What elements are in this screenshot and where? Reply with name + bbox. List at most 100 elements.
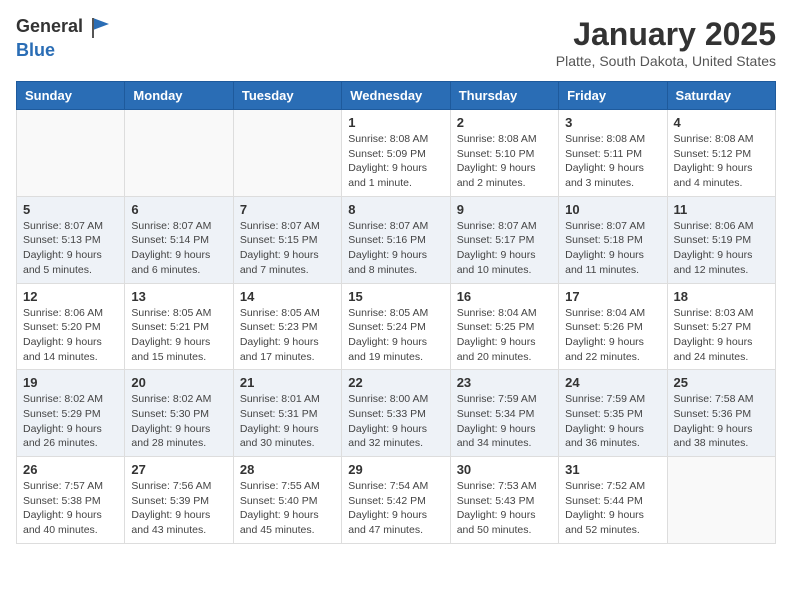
calendar-day-12: 12 Sunrise: 8:06 AM Sunset: 5:20 PM Dayli… — [17, 283, 125, 370]
day-number: 3 — [565, 115, 660, 130]
day-number: 11 — [674, 202, 769, 217]
day-number: 19 — [23, 375, 118, 390]
calendar-day-18: 18 Sunrise: 8:03 AM Sunset: 5:27 PM Dayli… — [667, 283, 775, 370]
calendar-day-23: 23 Sunrise: 7:59 AM Sunset: 5:34 PM Dayli… — [450, 370, 558, 457]
day-info: Sunrise: 8:08 AM Sunset: 5:09 PM Dayligh… — [348, 132, 443, 191]
logo-flag-icon — [89, 16, 113, 40]
day-number: 6 — [131, 202, 226, 217]
day-number: 14 — [240, 289, 335, 304]
calendar-day-empty — [125, 110, 233, 197]
logo-general: General — [16, 16, 83, 36]
calendar-day-16: 16Sunrise: 8:04 AM Sunset: 5:25 PM Dayli… — [450, 283, 558, 370]
day-number: 18 — [674, 289, 769, 304]
day-number: 23 — [457, 375, 552, 390]
day-number: 30 — [457, 462, 552, 477]
day-info: Sunrise: 8:00 AM Sunset: 5:33 PM Dayligh… — [348, 392, 443, 451]
calendar-day-24: 24Sunrise: 7:59 AM Sunset: 5:35 PM Dayli… — [559, 370, 667, 457]
day-info: Sunrise: 7:54 AM Sunset: 5:42 PM Dayligh… — [348, 479, 443, 538]
day-number: 21 — [240, 375, 335, 390]
calendar-day-empty — [667, 457, 775, 544]
day-info: Sunrise: 7:57 AM Sunset: 5:38 PM Dayligh… — [23, 479, 118, 538]
calendar-day-22: 22 Sunrise: 8:00 AM Sunset: 5:33 PM Dayli… — [342, 370, 450, 457]
day-number: 12 — [23, 289, 118, 304]
calendar-day-empty — [17, 110, 125, 197]
day-number: 7 — [240, 202, 335, 217]
calendar-day-empty — [233, 110, 341, 197]
day-info: Sunrise: 8:03 AM Sunset: 5:27 PM Dayligh… — [674, 306, 769, 365]
day-info: Sunrise: 7:56 AM Sunset: 5:39 PM Dayligh… — [131, 479, 226, 538]
day-info: Sunrise: 7:53 AM Sunset: 5:43 PM Dayligh… — [457, 479, 552, 538]
day-info: Sunrise: 7:52 AM Sunset: 5:44 PM Dayligh… — [565, 479, 660, 538]
day-number: 10 — [565, 202, 660, 217]
day-info: Sunrise: 8:06 AM Sunset: 5:20 PM Dayligh… — [23, 306, 118, 365]
calendar-day-21: 21Sunrise: 8:01 AM Sunset: 5:31 PM Dayli… — [233, 370, 341, 457]
weekday-header-saturday: Saturday — [667, 82, 775, 110]
calendar-day-26: 26 Sunrise: 7:57 AM Sunset: 5:38 PM Dayli… — [17, 457, 125, 544]
calendar-day-9: 9Sunrise: 8:07 AM Sunset: 5:17 PM Daylig… — [450, 196, 558, 283]
day-info: Sunrise: 8:02 AM Sunset: 5:30 PM Dayligh… — [131, 392, 226, 451]
calendar-day-27: 27 Sunrise: 7:56 AM Sunset: 5:39 PM Dayli… — [125, 457, 233, 544]
title-area: January 2025 Platte, South Dakota, Unite… — [556, 16, 776, 69]
logo-text: General Blue — [16, 16, 114, 61]
day-number: 13 — [131, 289, 226, 304]
day-info: Sunrise: 8:05 AM Sunset: 5:24 PM Dayligh… — [348, 306, 443, 365]
day-info: Sunrise: 8:07 AM Sunset: 5:14 PM Dayligh… — [131, 219, 226, 278]
calendar-week-row: 12 Sunrise: 8:06 AM Sunset: 5:20 PM Dayli… — [17, 283, 776, 370]
calendar-week-row: 5 Sunrise: 8:07 AM Sunset: 5:13 PM Daylig… — [17, 196, 776, 283]
day-info: Sunrise: 8:08 AM Sunset: 5:10 PM Dayligh… — [457, 132, 552, 191]
day-info: Sunrise: 8:05 AM Sunset: 5:21 PM Dayligh… — [131, 306, 226, 365]
day-info: Sunrise: 7:59 AM Sunset: 5:34 PM Dayligh… — [457, 392, 552, 451]
weekday-header-wednesday: Wednesday — [342, 82, 450, 110]
day-number: 17 — [565, 289, 660, 304]
page-header: General Blue January 2025 Platte, South … — [16, 16, 776, 69]
calendar-day-28: 28Sunrise: 7:55 AM Sunset: 5:40 PM Dayli… — [233, 457, 341, 544]
calendar-week-row: 1 Sunrise: 8:08 AM Sunset: 5:09 PM Daylig… — [17, 110, 776, 197]
day-info: Sunrise: 8:08 AM Sunset: 5:12 PM Dayligh… — [674, 132, 769, 191]
weekday-header-thursday: Thursday — [450, 82, 558, 110]
calendar-day-7: 7 Sunrise: 8:07 AM Sunset: 5:15 PM Daylig… — [233, 196, 341, 283]
day-number: 27 — [131, 462, 226, 477]
calendar-day-14: 14Sunrise: 8:05 AM Sunset: 5:23 PM Dayli… — [233, 283, 341, 370]
calendar-day-5: 5 Sunrise: 8:07 AM Sunset: 5:13 PM Daylig… — [17, 196, 125, 283]
calendar-day-10: 10 Sunrise: 8:07 AM Sunset: 5:18 PM Dayli… — [559, 196, 667, 283]
weekday-header-tuesday: Tuesday — [233, 82, 341, 110]
calendar-day-31: 31Sunrise: 7:52 AM Sunset: 5:44 PM Dayli… — [559, 457, 667, 544]
calendar-day-2: 2Sunrise: 8:08 AM Sunset: 5:10 PM Daylig… — [450, 110, 558, 197]
calendar-day-29: 29 Sunrise: 7:54 AM Sunset: 5:42 PM Dayli… — [342, 457, 450, 544]
calendar-week-row: 19 Sunrise: 8:02 AM Sunset: 5:29 PM Dayli… — [17, 370, 776, 457]
day-number: 24 — [565, 375, 660, 390]
calendar-day-11: 11 Sunrise: 8:06 AM Sunset: 5:19 PM Dayli… — [667, 196, 775, 283]
day-info: Sunrise: 8:07 AM Sunset: 5:16 PM Dayligh… — [348, 219, 443, 278]
day-info: Sunrise: 8:07 AM Sunset: 5:17 PM Dayligh… — [457, 219, 552, 278]
day-number: 4 — [674, 115, 769, 130]
calendar-day-30: 30 Sunrise: 7:53 AM Sunset: 5:43 PM Dayli… — [450, 457, 558, 544]
day-number: 22 — [348, 375, 443, 390]
day-number: 26 — [23, 462, 118, 477]
day-info: Sunrise: 8:07 AM Sunset: 5:15 PM Dayligh… — [240, 219, 335, 278]
day-number: 20 — [131, 375, 226, 390]
day-info: Sunrise: 8:04 AM Sunset: 5:26 PM Dayligh… — [565, 306, 660, 365]
day-info: Sunrise: 8:07 AM Sunset: 5:13 PM Dayligh… — [23, 219, 118, 278]
weekday-header-monday: Monday — [125, 82, 233, 110]
day-info: Sunrise: 8:02 AM Sunset: 5:29 PM Dayligh… — [23, 392, 118, 451]
day-number: 5 — [23, 202, 118, 217]
day-number: 15 — [348, 289, 443, 304]
day-number: 29 — [348, 462, 443, 477]
logo: General Blue — [16, 16, 114, 61]
calendar-day-1: 1 Sunrise: 8:08 AM Sunset: 5:09 PM Daylig… — [342, 110, 450, 197]
location-subtitle: Platte, South Dakota, United States — [556, 53, 776, 69]
day-number: 28 — [240, 462, 335, 477]
calendar-day-17: 17 Sunrise: 8:04 AM Sunset: 5:26 PM Dayli… — [559, 283, 667, 370]
day-number: 1 — [348, 115, 443, 130]
weekday-header-friday: Friday — [559, 82, 667, 110]
day-info: Sunrise: 8:06 AM Sunset: 5:19 PM Dayligh… — [674, 219, 769, 278]
calendar-day-8: 8 Sunrise: 8:07 AM Sunset: 5:16 PM Daylig… — [342, 196, 450, 283]
calendar-day-19: 19 Sunrise: 8:02 AM Sunset: 5:29 PM Dayli… — [17, 370, 125, 457]
month-title: January 2025 — [556, 16, 776, 53]
day-info: Sunrise: 8:07 AM Sunset: 5:18 PM Dayligh… — [565, 219, 660, 278]
day-info: Sunrise: 7:58 AM Sunset: 5:36 PM Dayligh… — [674, 392, 769, 451]
calendar-table: SundayMondayTuesdayWednesdayThursdayFrid… — [16, 81, 776, 544]
day-number: 16 — [457, 289, 552, 304]
calendar-day-25: 25Sunrise: 7:58 AM Sunset: 5:36 PM Dayli… — [667, 370, 775, 457]
day-number: 8 — [348, 202, 443, 217]
